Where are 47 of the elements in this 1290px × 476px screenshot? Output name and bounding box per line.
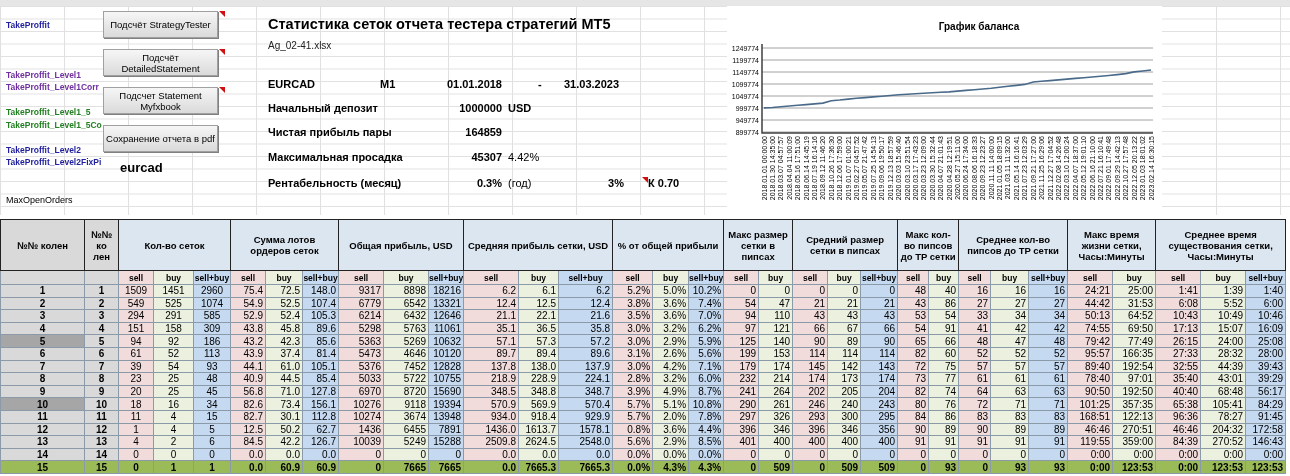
sheet-name: eurcad [120, 160, 163, 175]
macro-label: TakeProffit_Level1Corr [6, 82, 99, 93]
yearly-return: 3% [608, 176, 624, 189]
macro-label: TakeProffit_Level1 [6, 69, 81, 80]
currency-unit: USD [507, 101, 532, 114]
file-name: Ag_02-41.xlsx [268, 39, 332, 51]
macro-label: TakeProffit_Level2 [6, 144, 81, 155]
stat-label: Максимальная просадка [268, 150, 403, 163]
column-header: Макс время жизни сетки, Часы:Минуты [1067, 219, 1156, 271]
column-header: Общая прибыль, USD [338, 219, 464, 271]
column-header: Макс кол-во пипсов до TP сетки [897, 219, 959, 271]
column-header: % от общей прибыли [612, 219, 724, 271]
stat-value: 1000000 [459, 101, 502, 114]
stat-value: 45307 [471, 150, 502, 163]
ratio-value: К 0.70 [648, 176, 680, 189]
column-header: Среднее кол-во пипсов до TP сетки [958, 219, 1068, 271]
chart-title: График баланса [938, 21, 1020, 32]
column-header: Среднее время существования сетки, Часы:Минуты [1155, 219, 1286, 271]
column-header: Макс размер сетки в пипсах [723, 219, 793, 271]
end-date: 31.03.2023 [564, 78, 620, 90]
macro-label: TakeProffit_Level1_5Co [6, 119, 102, 130]
macro-label: TakeProffit [6, 19, 50, 30]
date-separator: - [538, 78, 542, 90]
macro-button[interactable]: Подсчёт StrategyTester [103, 11, 218, 38]
monthly-return: 0.3% [476, 176, 502, 189]
stat-label: Чистая прибыль пары [268, 126, 392, 138]
currency-pair: EURCAD [268, 78, 316, 90]
macro-label: TakeProffit_Level2FixPi [6, 157, 102, 168]
macro-button[interactable]: Подсчет Statement Myfxbook [103, 87, 218, 114]
column-header: Средний размер сетки в пипсах [792, 219, 898, 271]
report-title: Статистика сеток отчета тестера стратегий МТ5 [268, 16, 611, 32]
column-header: Кол-во сеток [118, 219, 231, 271]
drawdown-percent: 4.42% [507, 150, 540, 163]
stat-value: 164859 [465, 126, 502, 138]
timeframe: M1 [380, 78, 396, 90]
stat-label: Рентабельность (месяц) [268, 176, 402, 189]
sheet-label: MaxOpenOrders [6, 194, 73, 205]
start-date: 01.01.2018 [446, 78, 502, 90]
year-label: (год) [507, 176, 532, 189]
column-header: №№ колен [0, 219, 85, 271]
stat-label: Начальный депозит [268, 101, 378, 114]
macro-button[interactable]: Сохранение отчета в pdf [103, 125, 218, 152]
macro-label: TakeProffit_Level1_5 [6, 107, 91, 118]
column-header: №№ ко лен [84, 219, 119, 271]
column-header: Сумма лотов ордеров сеток [230, 219, 339, 271]
column-header: Средняя прибыль сетки, USD [463, 219, 613, 271]
macro-button[interactable]: Подсчёт DetailedStatement [103, 49, 218, 76]
